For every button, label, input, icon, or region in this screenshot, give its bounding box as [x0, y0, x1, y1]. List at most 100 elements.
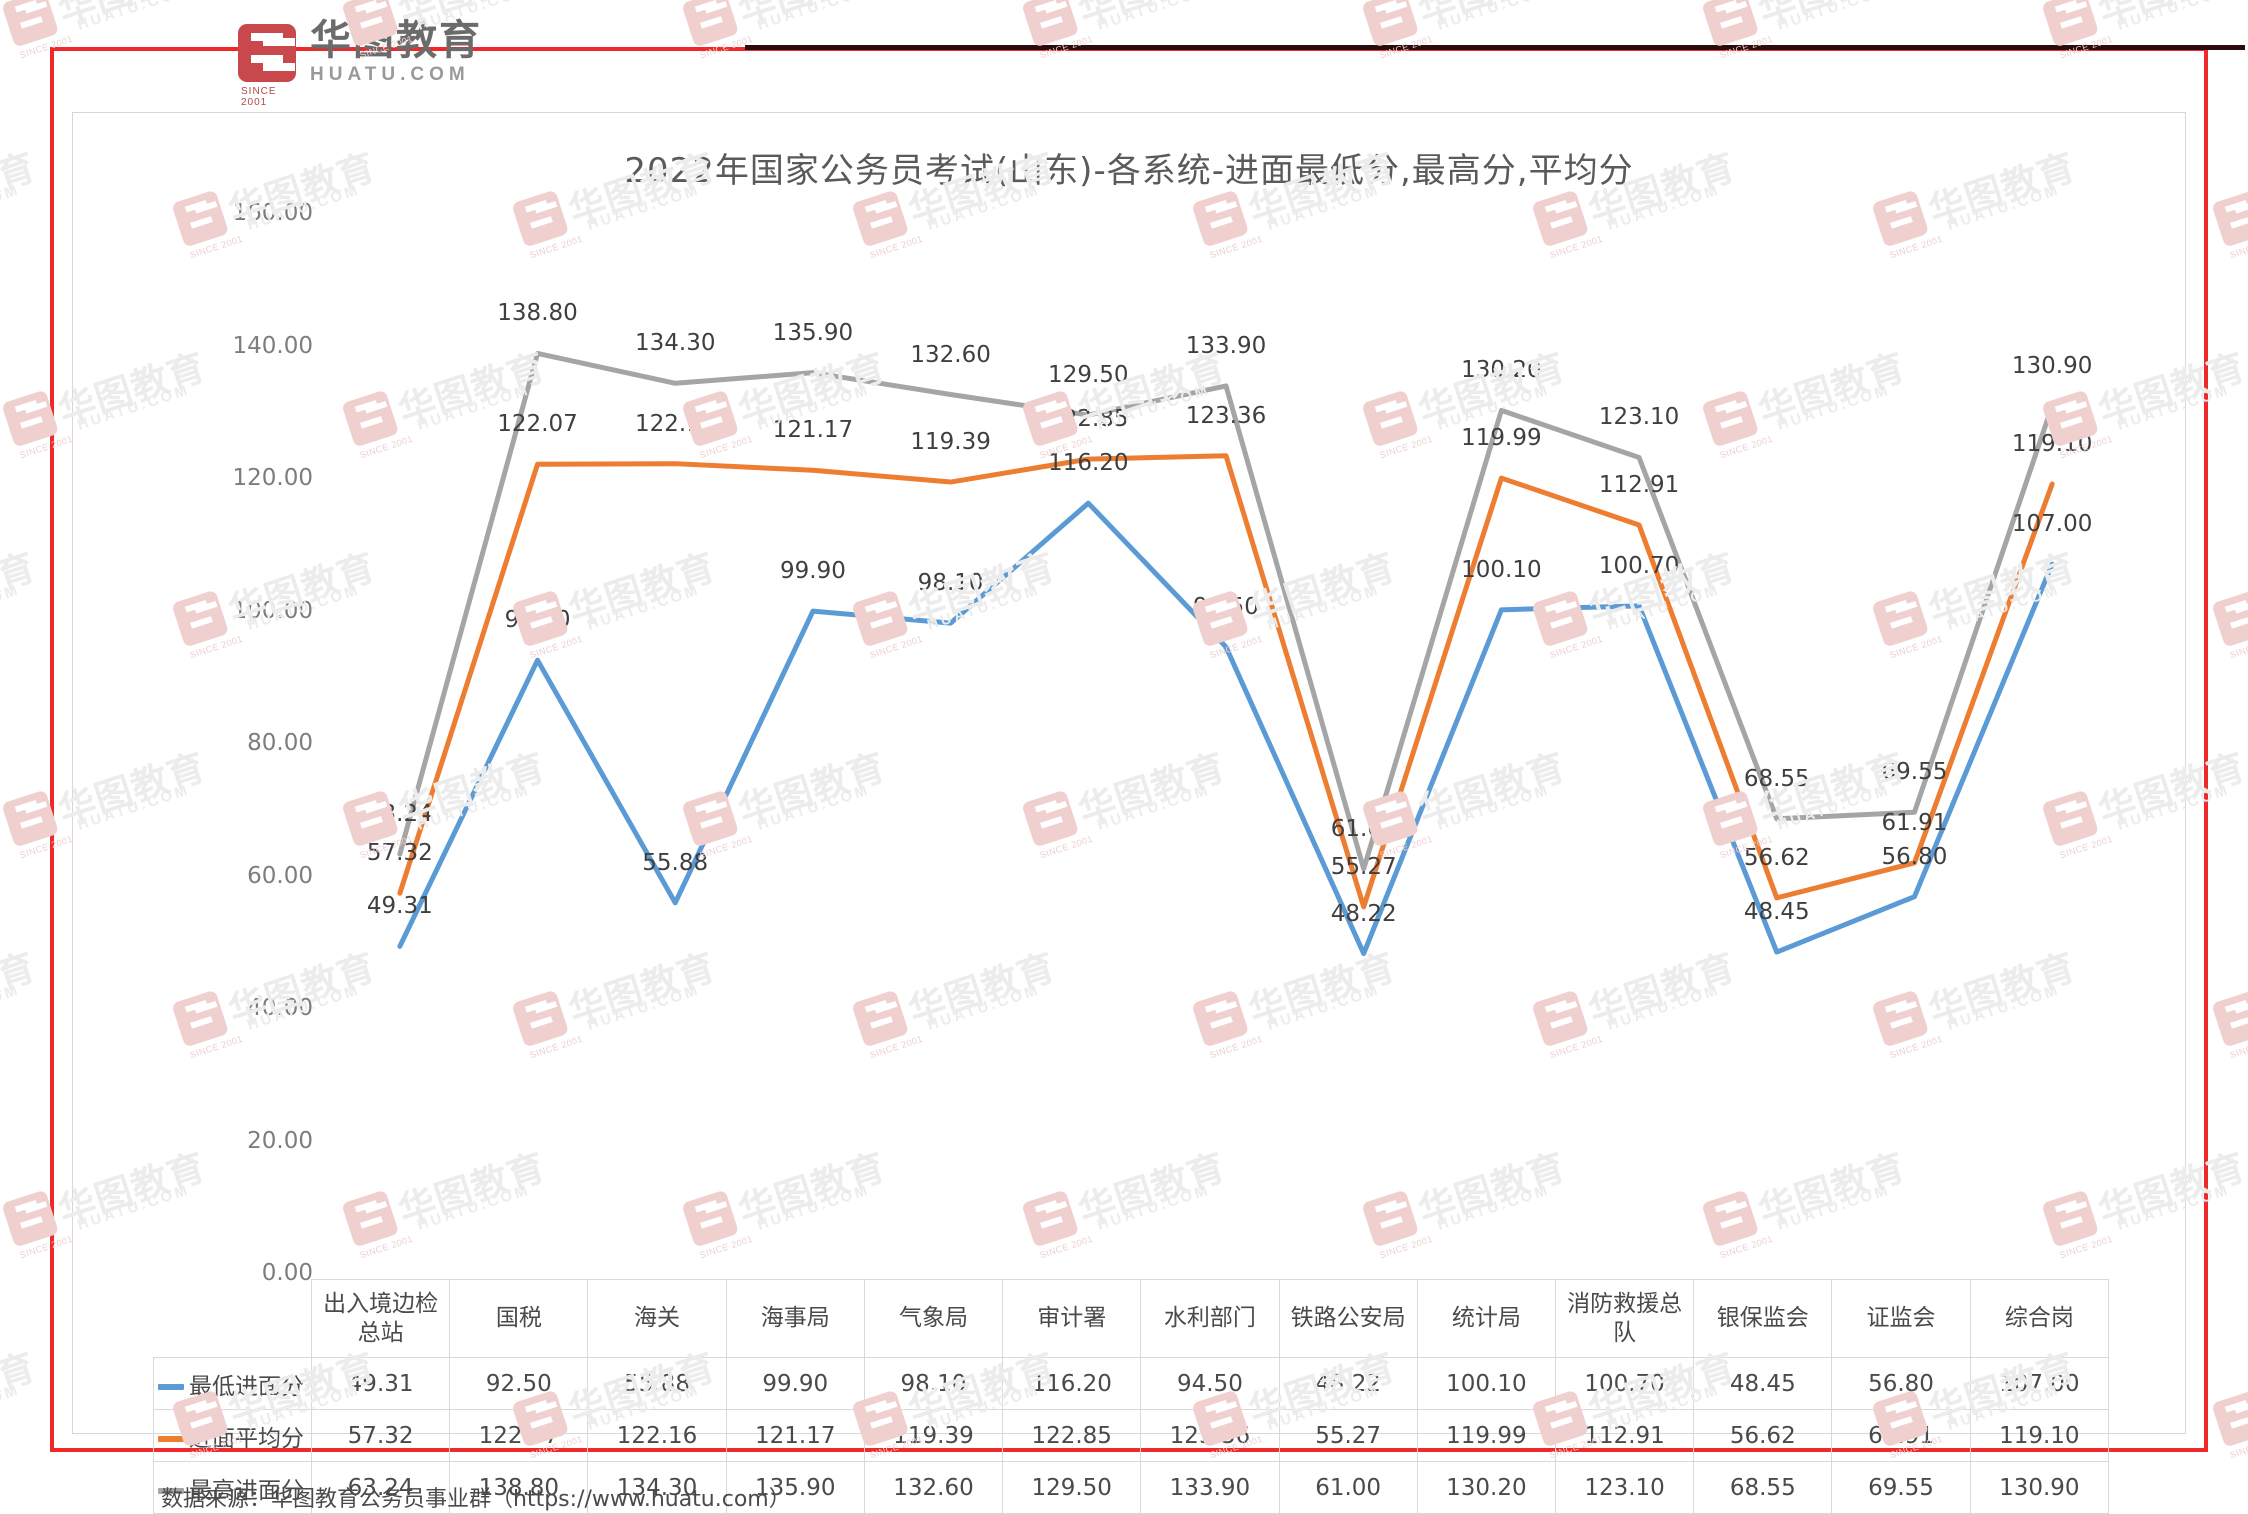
table-cell: 121.17	[726, 1410, 864, 1462]
table-cell: 119.10	[1970, 1410, 2108, 1462]
data-point-label: 132.60	[910, 342, 990, 368]
legend-label: 进面平均分	[189, 1426, 304, 1452]
watermark-brand-name: 华图教育	[0, 537, 42, 635]
table-cell: 129.50	[1003, 1462, 1141, 1514]
data-point-label: 112.91	[1599, 472, 1679, 498]
series-line	[400, 503, 2052, 953]
table-cell: 107.00	[1970, 1358, 2108, 1410]
watermark-shield-icon: SINCE 2001	[2211, 590, 2248, 648]
y-axis-tick-label: 40.00	[247, 995, 313, 1021]
table-cell: 48.45	[1694, 1358, 1832, 1410]
plot-wrapper: 160.00140.00120.00100.0080.0060.0040.002…	[73, 113, 2187, 1435]
data-point-label: 135.90	[773, 320, 853, 346]
watermark-shield-icon: SINCE 2001	[2041, 0, 2099, 48]
data-point-label: 56.80	[1882, 844, 1948, 870]
data-point-label: 129.50	[1048, 362, 1128, 388]
table-head: 出入境边检总站国税海关海事局气象局审计署水利部门铁路公安局统计局消防救援总队银保…	[154, 1280, 2109, 1358]
table-cell: 55.88	[588, 1358, 726, 1410]
watermark-tile: SINCE 2001华图教育HUATU.COM	[2210, 1337, 2248, 1452]
table-cell: 99.90	[726, 1358, 864, 1410]
table-column-header: 水利部门	[1141, 1280, 1279, 1358]
data-point-label: 100.70	[1599, 553, 1679, 579]
table-cell: 123.10	[1555, 1462, 1693, 1514]
table-column-header: 海关	[588, 1280, 726, 1358]
table-cell: 61.91	[1832, 1410, 1970, 1462]
table-cell: 112.91	[1555, 1410, 1693, 1462]
y-axis-tick-label: 120.00	[233, 465, 313, 491]
table-cell: 116.20	[1003, 1358, 1141, 1410]
watermark-tile: SINCE 2001华图教育HUATU.COM	[2210, 137, 2248, 252]
data-point-label: 99.90	[780, 558, 846, 584]
data-point-label: 100.10	[1461, 557, 1541, 583]
watermark-brand-name: 华图教育	[1410, 0, 1571, 35]
table-row: 进面平均分57.32122.07122.16121.17119.39122.85…	[154, 1410, 2109, 1462]
data-point-label: 122.07	[497, 411, 577, 437]
y-axis-tick-label: 80.00	[247, 730, 313, 756]
table-cell: 94.50	[1141, 1358, 1279, 1410]
watermark-brand-name: 华图教育	[50, 0, 211, 35]
data-point-label: 48.22	[1331, 901, 1397, 927]
logo-brand-name: 华图教育	[310, 20, 482, 61]
data-point-label: 48.45	[1744, 899, 1810, 925]
table-cell: 49.31	[312, 1358, 450, 1410]
watermark-brand-url: HUATU.COM	[2115, 0, 2232, 34]
data-source-note: 数据来源：华图教育公务员事业群（https://www.huatu.com）	[161, 1481, 791, 1513]
table-corner-cell	[154, 1280, 312, 1358]
watermark-brand-url: HUATU.COM	[0, 1381, 22, 1433]
watermark-shield-icon: SINCE 2001	[2211, 990, 2248, 1048]
data-point-label: 138.80	[497, 300, 577, 326]
watermark-tile: SINCE 2001华图教育HUATU.COM	[0, 937, 42, 1052]
watermark-brand-url: HUATU.COM	[0, 181, 22, 233]
logo-text-block: 华图教育 HUATU.COM	[310, 20, 482, 86]
watermark-brand-name: 华图教育	[0, 1337, 42, 1435]
table-column-header: 银保监会	[1694, 1280, 1832, 1358]
legend-label: 最低进面分	[189, 1374, 304, 1400]
table-cell: 55.27	[1279, 1410, 1417, 1462]
watermark-tile: SINCE 2001华图教育HUATU.COM	[0, 137, 42, 252]
data-point-label: 130.20	[1461, 357, 1541, 383]
logo-since-text: SINCE 2001	[241, 86, 296, 108]
watermark-brand-name: 华图教育	[1750, 0, 1911, 35]
watermark-brand-name: 华图教育	[0, 137, 42, 235]
watermark-brand-url: HUATU.COM	[75, 0, 192, 34]
table-cell: 57.32	[312, 1410, 450, 1462]
header-black-rule	[745, 45, 2245, 50]
data-point-label: 68.55	[1744, 766, 1810, 792]
y-axis-tick-label: 160.00	[233, 200, 313, 226]
table-cell: 122.07	[450, 1410, 588, 1462]
table-column-header: 证监会	[1832, 1280, 1970, 1358]
table-cell: 130.20	[1417, 1462, 1555, 1514]
y-axis-tick-label: 140.00	[233, 333, 313, 359]
watermark-brand-name: 华图教育	[2090, 0, 2248, 35]
watermark-brand-name: 华图教育	[1070, 0, 1231, 35]
table-column-header: 出入境边检总站	[312, 1280, 450, 1358]
watermark-tile: SINCE 2001华图教育HUATU.COM	[0, 537, 42, 652]
watermark-tile: SINCE 2001华图教育HUATU.COM	[680, 0, 892, 51]
watermark-tile: SINCE 2001华图教育HUATU.COM	[1360, 0, 1572, 51]
watermark-shield-icon: SINCE 2001	[2211, 190, 2248, 248]
watermark-shield-icon: SINCE 2001	[1, 0, 59, 48]
watermark-shield-icon: SINCE 2001	[1021, 0, 1079, 48]
table-cell: 132.60	[864, 1462, 1002, 1514]
watermark-tile: SINCE 2001华图教育HUATU.COM	[2040, 0, 2248, 51]
watermark-brand-url: HUATU.COM	[0, 581, 22, 633]
watermark-tile: SINCE 2001华图教育HUATU.COM	[1020, 0, 1232, 51]
data-point-label: 57.32	[367, 840, 433, 866]
table-column-header: 统计局	[1417, 1280, 1555, 1358]
table-row: 最低进面分49.3192.5055.8899.9098.10116.2094.5…	[154, 1358, 2109, 1410]
data-point-label: 123.10	[1599, 404, 1679, 430]
logo-brand-url: HUATU.COM	[310, 64, 482, 86]
table-cell: 122.85	[1003, 1410, 1141, 1462]
watermark-brand-name: 华图教育	[0, 937, 42, 1035]
data-point-label: 121.17	[773, 417, 853, 443]
watermark-shield-icon: SINCE 2001	[1701, 0, 1759, 48]
legend-color-swatch	[158, 1436, 184, 1442]
watermark-tile: SINCE 2001华图教育HUATU.COM	[0, 0, 212, 51]
watermark-brand-url: HUATU.COM	[0, 981, 22, 1033]
data-point-label: 63.24	[367, 801, 433, 827]
data-point-label: 119.10	[2012, 431, 2092, 457]
data-point-label: 107.00	[2012, 511, 2092, 537]
huatu-logo: SINCE 2001 华图教育 HUATU.COM	[238, 20, 482, 86]
watermark-shield-icon: SINCE 2001	[2211, 1390, 2248, 1448]
table-column-header: 国税	[450, 1280, 588, 1358]
